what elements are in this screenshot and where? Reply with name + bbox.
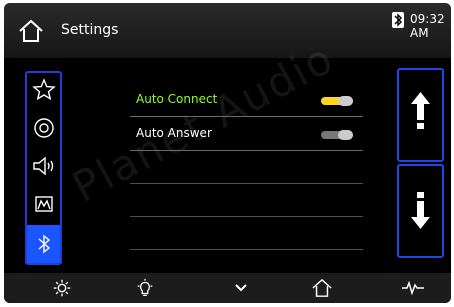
gear-icon <box>51 277 73 299</box>
home-icon[interactable] <box>18 19 44 43</box>
up-arrow-icon <box>411 92 430 129</box>
empty-row <box>130 184 363 217</box>
toggle-knob <box>338 130 353 140</box>
device-screen: Settings 09:32 AM Planet Audio Auto Conn… <box>4 3 451 303</box>
page-title: Settings <box>61 22 119 38</box>
speaker-icon <box>30 154 58 178</box>
clock-text: 09:32 AM <box>410 12 445 40</box>
bluetooth-icon <box>32 232 56 256</box>
toggle-knob <box>338 96 353 106</box>
down-arrow-icon <box>411 192 430 229</box>
settings-list: Auto Connect Auto Answer <box>130 83 363 250</box>
auto-answer-label: Auto Answer <box>136 126 212 140</box>
sidebar-item-disc[interactable] <box>27 111 60 144</box>
auto-connect-label: Auto Connect <box>136 92 218 106</box>
sidebar-item-favorite[interactable] <box>27 73 60 106</box>
mobile-icon <box>32 192 56 216</box>
scroll-up-button[interactable] <box>397 68 444 162</box>
scroll-down-button[interactable] <box>397 164 444 258</box>
home-button[interactable] <box>304 273 340 303</box>
sidebar-item-audio[interactable] <box>27 149 60 182</box>
sidebar-item-mobile[interactable] <box>27 187 60 220</box>
auto-answer-toggle[interactable] <box>321 130 353 140</box>
sidebar-item-bluetooth[interactable] <box>27 225 60 263</box>
settings-sidebar <box>25 71 62 265</box>
empty-row <box>130 217 363 250</box>
empty-row <box>130 151 363 184</box>
bulb-icon <box>134 277 156 299</box>
settings-button[interactable] <box>47 273 77 303</box>
audio-waveform-button[interactable] <box>398 273 428 303</box>
settings-row-auto-connect[interactable]: Auto Connect <box>130 83 363 117</box>
star-icon <box>31 77 56 102</box>
settings-row-auto-answer[interactable]: Auto Answer <box>130 117 363 151</box>
auto-connect-toggle[interactable] <box>321 96 353 106</box>
bluetooth-status-icon <box>392 12 404 28</box>
waveform-icon <box>401 280 425 296</box>
settings-main: Planet Audio Auto Connect Auto Answer <box>4 33 451 273</box>
brightness-button[interactable] <box>130 273 160 303</box>
chevron-down-icon <box>233 282 249 294</box>
collapse-button[interactable] <box>226 273 256 303</box>
bottom-toolbar <box>4 273 451 303</box>
header-bar: Settings 09:32 AM <box>4 3 451 58</box>
disc-icon <box>32 116 56 140</box>
home-icon <box>311 278 333 298</box>
